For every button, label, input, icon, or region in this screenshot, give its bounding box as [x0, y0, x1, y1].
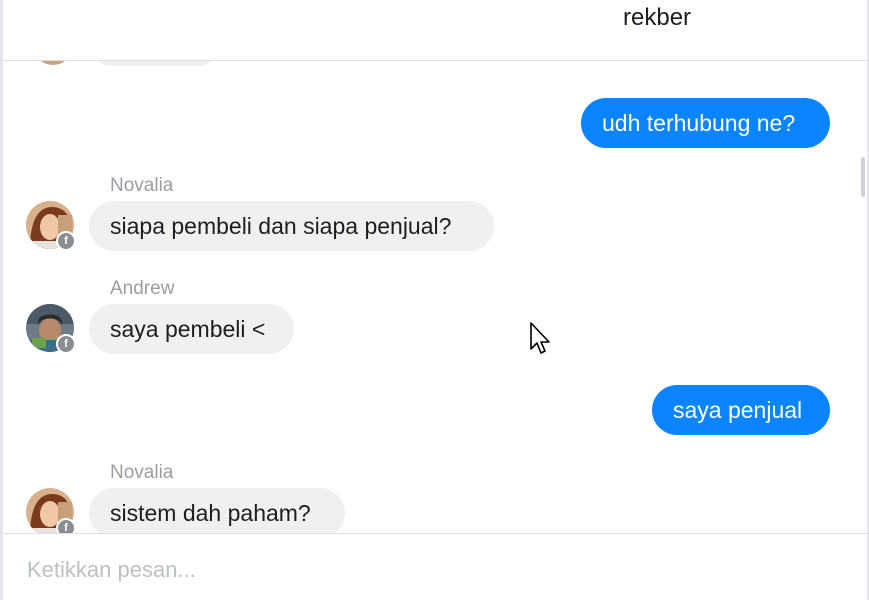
message-list[interactable]: udh terhubung ne? Novalia f siapa pembel…	[3, 61, 867, 533]
facebook-icon: f	[56, 334, 76, 354]
sender-name: Novalia	[110, 175, 174, 196]
message-composer	[3, 533, 867, 600]
message-input[interactable]	[25, 554, 729, 586]
facebook-icon: f	[56, 518, 76, 533]
facebook-icon: f	[56, 231, 76, 251]
avatar-novalia[interactable]: f	[26, 488, 76, 533]
chat-header: rekber	[3, 0, 867, 61]
incoming-message-bubble[interactable]: siapa pembeli dan siapa penjual?	[89, 201, 494, 251]
chat-window: rekber udh terhubung ne? Novalia f siapa…	[0, 0, 869, 600]
outgoing-message-bubble[interactable]: saya penjual	[652, 385, 830, 435]
sender-name: Andrew	[110, 278, 175, 299]
mouse-pointer-icon	[530, 322, 550, 354]
incoming-message-bubble[interactable]: sistem dah paham?	[89, 488, 345, 533]
message-bubble-partial	[95, 61, 215, 66]
outgoing-message-bubble[interactable]: udh terhubung ne?	[581, 98, 830, 148]
avatar	[33, 61, 73, 65]
scrollbar-thumb[interactable]	[861, 157, 865, 197]
chat-title: rekber	[623, 4, 692, 31]
incoming-message-bubble[interactable]: saya pembeli <	[89, 304, 294, 354]
avatar-novalia[interactable]: f	[26, 201, 76, 251]
avatar-andrew[interactable]: f	[26, 304, 76, 354]
sender-name: Novalia	[110, 462, 174, 483]
